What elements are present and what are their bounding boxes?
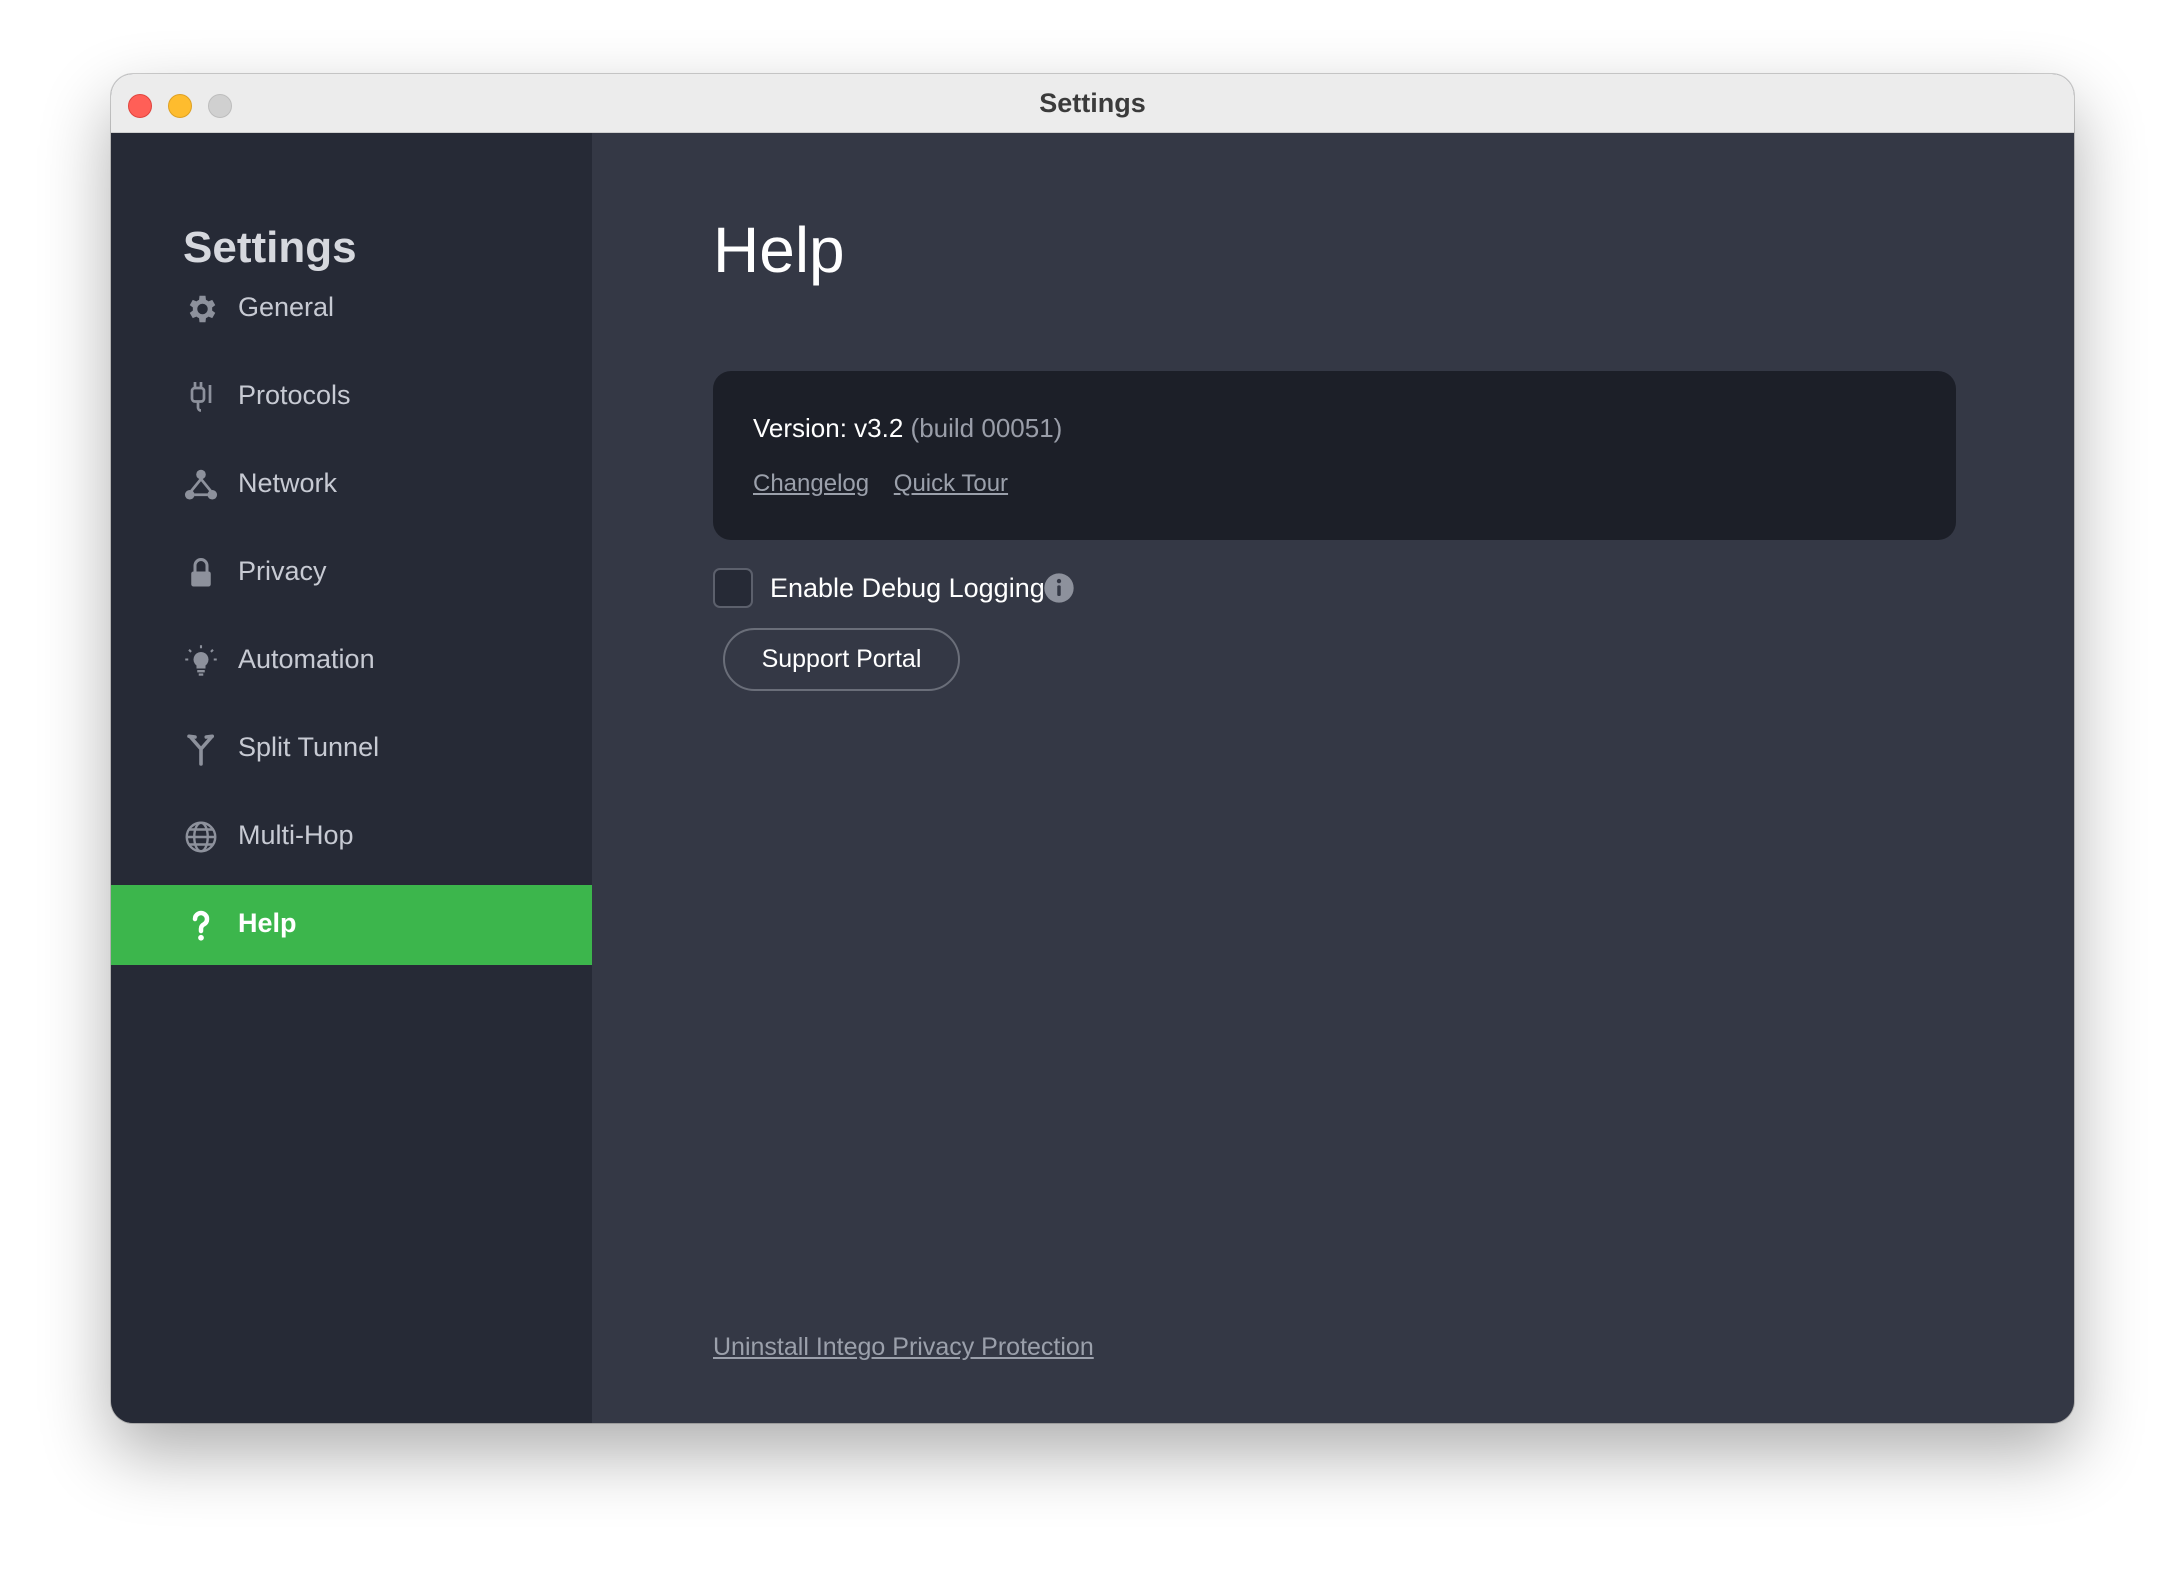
sidebar-item-split-tunnel[interactable]: Split Tunnel: [111, 709, 592, 789]
sidebar-item-protocols[interactable]: Protocols: [111, 357, 592, 437]
lightbulb-icon: [183, 643, 219, 679]
sidebar-item-label: Automation: [238, 644, 375, 674]
question-icon: [183, 907, 219, 943]
help-links: Changelog Quick Tour: [753, 470, 1026, 498]
sidebar-item-label: General: [238, 292, 335, 322]
sidebar-item-network[interactable]: Network: [111, 445, 592, 525]
sidebar-item-privacy[interactable]: Privacy: [111, 533, 592, 613]
page-title: Help: [713, 214, 845, 286]
sidebar: Settings General Protocols Network Priva…: [111, 133, 592, 1423]
build-number: (build 00051): [910, 413, 1063, 443]
plug-icon: [183, 379, 219, 415]
sidebar-title: Settings: [183, 223, 357, 272]
sidebar-item-label: Privacy: [238, 556, 327, 586]
sidebar-item-general[interactable]: General: [111, 269, 592, 349]
version-text: Version: v3.2 (build 00051): [753, 413, 1062, 444]
globe-icon: [183, 819, 219, 855]
sidebar-item-help[interactable]: Help: [111, 885, 592, 965]
sidebar-item-label: Network: [238, 468, 338, 498]
sidebar-item-automation[interactable]: Automation: [111, 621, 592, 701]
debug-logging-checkbox[interactable]: [713, 568, 753, 608]
changelog-link[interactable]: Changelog: [753, 470, 869, 497]
quick-tour-link[interactable]: Quick Tour: [894, 470, 1008, 497]
sidebar-item-label: Help: [238, 908, 297, 938]
version-label: Version: v3.2: [753, 413, 904, 443]
uninstall-link[interactable]: Uninstall Intego Privacy Protection: [713, 1333, 1094, 1362]
network-icon: [183, 467, 219, 503]
sidebar-item-label: Multi-Hop: [238, 820, 354, 850]
split-tunnel-icon: [183, 731, 219, 767]
debug-logging-label[interactable]: Enable Debug Logging: [770, 573, 1045, 604]
sidebar-item-label: Protocols: [238, 380, 351, 410]
main-panel: Help Version: v3.2 (build 00051) Changel…: [592, 133, 2074, 1423]
lock-icon: [183, 555, 219, 591]
window-title: Settings: [1039, 88, 1146, 118]
info-icon[interactable]: [1043, 572, 1075, 604]
sidebar-item-multi-hop[interactable]: Multi-Hop: [111, 797, 592, 877]
settings-window: Settings Settings General Protocols Netw…: [111, 74, 2074, 1423]
title-bar: Settings: [111, 74, 2074, 133]
gear-icon: [183, 291, 219, 327]
sidebar-item-label: Split Tunnel: [238, 732, 380, 762]
support-portal-button[interactable]: Support Portal: [723, 628, 960, 691]
version-card: Version: v3.2 (build 00051) Changelog Qu…: [713, 371, 1956, 540]
